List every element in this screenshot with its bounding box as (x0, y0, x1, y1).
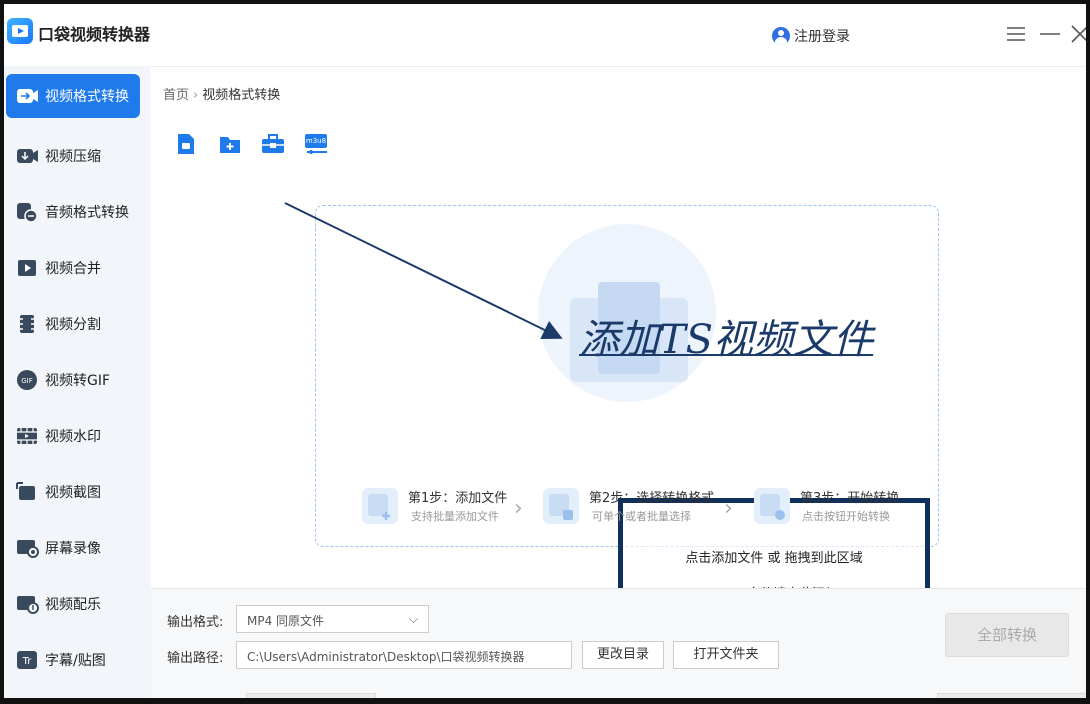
step-subtitle: 点击按钮开始转换 (802, 510, 890, 523)
step-3: 第3步：开始转换 点击按钮开始转换 (754, 484, 914, 528)
sidebar-item-audio-convert[interactable]: 音频格式转换 (6, 190, 140, 234)
step-title: 第1步：添加文件 (408, 491, 508, 506)
annotation-title: 添加TS视频文件 (579, 317, 874, 363)
cut-off-field (246, 693, 376, 698)
sidebar-item-label: 视频分割 (45, 317, 101, 333)
sidebar-item-label: 视频转GIF (45, 373, 111, 389)
dropzone-instruction: 点击添加文件 或 拖拽到此区域 (685, 551, 863, 566)
change-directory-button[interactable]: 更改目录 (582, 641, 664, 669)
chevron-right-icon: › (514, 496, 523, 521)
cut-off-field (937, 693, 1086, 698)
audio-convert-icon (15, 201, 39, 223)
close-icon[interactable] (1066, 20, 1086, 48)
music-icon (15, 593, 39, 615)
sidebar-item-label: 屏幕录像 (45, 541, 101, 557)
video-merge-icon (15, 257, 39, 279)
select-format-step-icon (543, 488, 579, 524)
sidebar-item-label: 视频水印 (45, 429, 101, 445)
step-1: 第1步：添加文件 支持批量添加文件 (362, 484, 532, 528)
output-path-label: 输出路径: (167, 651, 224, 666)
sidebar-item-label: 视频格式转换 (45, 89, 129, 105)
chevron-down-icon: ⌵ (408, 612, 418, 626)
login-button[interactable]: 注册登录 (772, 24, 850, 48)
step-2: 第2步：选择转换格式 可单个或者批量选择 (543, 484, 733, 528)
svg-text:GIF: GIF (21, 377, 33, 385)
title-bar: 口袋视频转换器 注册登录 (4, 4, 1086, 66)
subtitle-icon: Tr (15, 649, 39, 671)
sidebar-item-subtitle-sticker[interactable]: Tr 字幕/贴图 (6, 638, 140, 682)
open-folder-button[interactable]: 打开文件夹 (673, 641, 779, 669)
sidebar-item-screen-record[interactable]: 屏幕录像 (6, 526, 140, 570)
user-avatar-icon (772, 27, 790, 45)
step-title: 第3步：开始转换 (800, 491, 900, 506)
chevron-right-icon: › (724, 496, 733, 521)
video-split-icon (15, 313, 39, 335)
sidebar-item-video-screenshot[interactable]: 视频截图 (6, 470, 140, 514)
sidebar-item-video-compress[interactable]: 视频压缩 (6, 134, 140, 178)
sidebar-item-video-split[interactable]: 视频分割 (6, 302, 140, 346)
output-format-value: MP4 同原文件 (247, 614, 325, 628)
video-compress-icon (15, 145, 39, 167)
sidebar-item-video-merge[interactable]: 视频合并 (6, 246, 140, 290)
screenshot-icon (15, 481, 39, 503)
output-format-select[interactable]: MP4 同原文件 ⌵ (236, 605, 429, 633)
screen-record-icon (15, 537, 39, 559)
menu-icon[interactable] (1002, 20, 1030, 48)
watermark-icon (15, 425, 39, 447)
step-title: 第2步：选择转换格式 (589, 491, 715, 506)
step-subtitle: 可单个或者批量选择 (592, 510, 691, 523)
add-file-step-icon (362, 488, 398, 524)
sidebar-item-label: 视频配乐 (45, 597, 101, 613)
app-window: 口袋视频转换器 注册登录 视频格式转换 视频压缩 音频格式转换 视频合并 视频分… (0, 0, 1090, 704)
step-subtitle: 支持批量添加文件 (411, 510, 499, 523)
login-label: 注册登录 (794, 29, 850, 45)
app-title: 口袋视频转换器 (38, 25, 151, 44)
gif-icon: GIF (15, 369, 39, 391)
output-settings-panel: 输出格式: MP4 同原文件 ⌵ 输出路径: C:\Users\Administ… (151, 588, 1086, 698)
video-convert-icon (15, 85, 39, 107)
output-format-label: 输出格式: (167, 615, 224, 630)
minimize-icon[interactable] (1036, 20, 1064, 48)
app-logo-icon (7, 18, 33, 44)
sidebar-item-video-music[interactable]: 视频配乐 (6, 582, 140, 626)
annotation-arrow-icon (284, 202, 563, 339)
sidebar-item-label: 字幕/贴图 (45, 653, 106, 669)
sidebar-item-label: 视频截图 (45, 485, 101, 501)
svg-text:Tr: Tr (22, 656, 33, 667)
sidebar-item-video-gif[interactable]: GIF 视频转GIF (6, 358, 140, 402)
start-convert-step-icon (754, 488, 790, 524)
sidebar-item-label: 视频压缩 (45, 149, 101, 165)
output-path-field[interactable]: C:\Users\Administrator\Desktop\口袋视频转换器 (236, 641, 572, 669)
sidebar-item-label: 音频格式转换 (45, 205, 129, 221)
sidebar-item-video-convert[interactable]: 视频格式转换 (6, 74, 140, 118)
main-panel: 首页›视频格式转换 m3u8 点击添加文件 或 拖拽到此区域 m3u8文件请点此… (151, 66, 1086, 698)
sidebar-item-label: 视频合并 (45, 261, 101, 277)
sidebar: 视频格式转换 视频压缩 音频格式转换 视频合并 视频分割 GIF 视频转GIF … (4, 66, 151, 698)
convert-all-button[interactable]: 全部转换 (945, 613, 1069, 657)
sidebar-item-video-watermark[interactable]: 视频水印 (6, 414, 140, 458)
